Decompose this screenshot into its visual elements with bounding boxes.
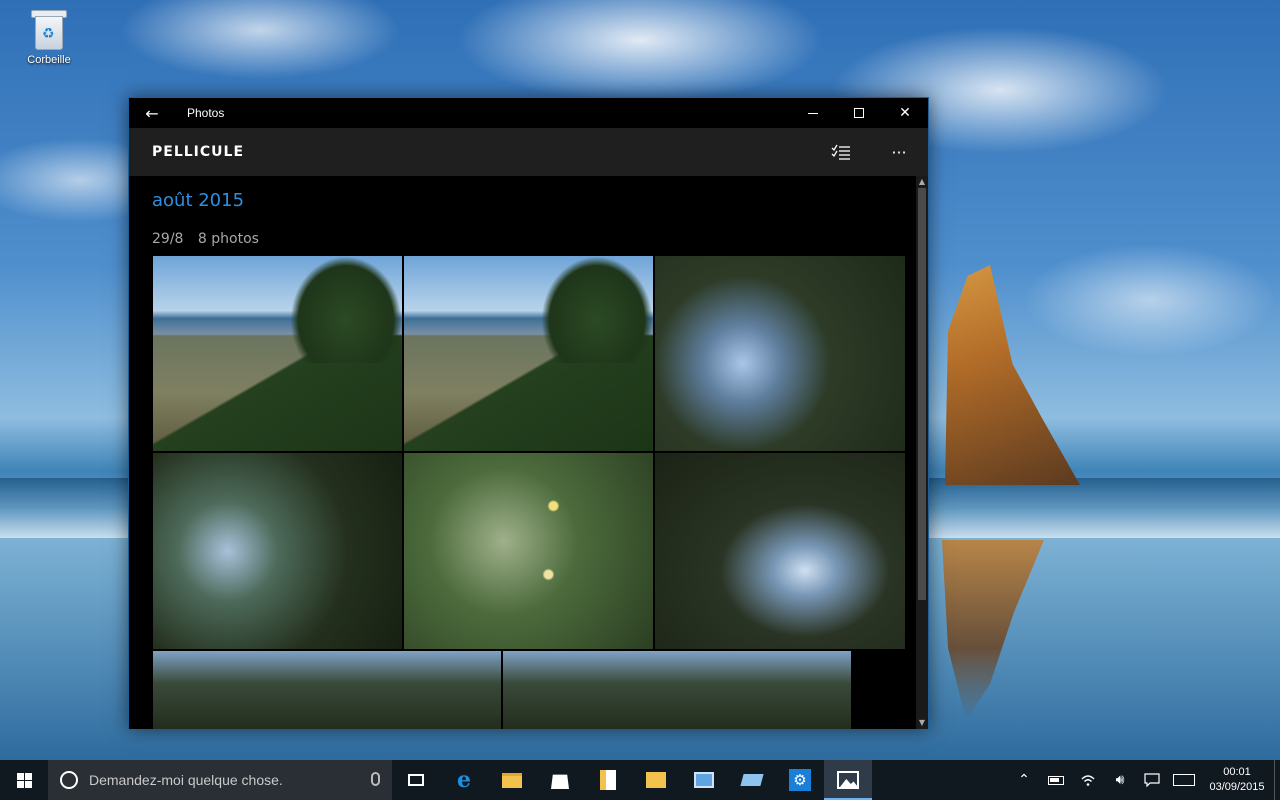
speaker-icon: 🔊︎: [1115, 772, 1125, 788]
network-button[interactable]: [1072, 760, 1104, 800]
minimize-icon: [808, 112, 818, 114]
system-tray: ⌃ 🔊︎ 00:01 03/09/2015: [1008, 760, 1280, 800]
vertical-scrollbar[interactable]: ▲ ▼: [916, 176, 928, 729]
volume-button[interactable]: 🔊︎: [1104, 760, 1136, 800]
window-controls: ✕: [790, 98, 928, 128]
back-button[interactable]: ←: [129, 98, 175, 128]
photo-thumbnail-3[interactable]: [655, 256, 905, 451]
scroll-up-icon[interactable]: ▲: [916, 176, 928, 188]
taskbar-contacts[interactable]: [680, 760, 728, 800]
photos-icon: [837, 771, 859, 789]
multi-select-icon: [831, 144, 850, 160]
group-date: 29/8: [152, 231, 184, 247]
photo-thumbnail-6[interactable]: [655, 453, 905, 649]
photo-thumbnail-2[interactable]: [404, 256, 653, 451]
window-title: Photos: [187, 106, 225, 120]
taskbar-settings[interactable]: ⚙: [776, 760, 824, 800]
clock-time: 00:01: [1223, 766, 1251, 778]
maximize-icon: [854, 108, 864, 118]
day-group-header: 29/8 8 photos: [152, 231, 269, 247]
clock[interactable]: 00:01 03/09/2015: [1200, 765, 1274, 795]
devices-icon: [740, 774, 764, 786]
select-button[interactable]: [812, 128, 870, 176]
action-center-button[interactable]: [1136, 760, 1168, 800]
notification-icon: [1144, 773, 1160, 787]
recycle-bin-icon: ♻: [31, 8, 67, 50]
back-arrow-icon: ←: [145, 103, 159, 123]
taskbar: Demandez-moi quelque chose. e ⚙ ⌃ 🔊︎ 00:…: [0, 760, 1280, 800]
photo-thumbnail-1[interactable]: [153, 256, 402, 451]
cortana-icon: [60, 771, 78, 789]
chevron-up-icon: ⌃: [1018, 772, 1030, 788]
photo-thumbnail-5[interactable]: [404, 453, 653, 649]
photo-thumbnail-8[interactable]: [503, 651, 851, 729]
battery-button[interactable]: [1040, 760, 1072, 800]
taskbar-photos[interactable]: [824, 760, 872, 800]
taskbar-documents[interactable]: [584, 760, 632, 800]
folder-icon: [646, 772, 666, 788]
window-titlebar[interactable]: ← Photos ✕: [129, 98, 928, 128]
desktop-icon-label: Corbeille: [27, 54, 71, 66]
photo-thumbnail-7[interactable]: [153, 651, 501, 729]
show-desktop-button[interactable]: [1274, 760, 1280, 800]
taskbar-task-view[interactable]: [392, 760, 440, 800]
desktop-icon-recycle-bin[interactable]: ♻ Corbeille: [18, 8, 80, 66]
store-icon: [551, 774, 569, 789]
documents-icon: [600, 770, 616, 790]
start-button[interactable]: [0, 760, 48, 800]
task-view-icon: [408, 774, 424, 786]
show-hidden-icons-button[interactable]: ⌃: [1008, 760, 1040, 800]
maximize-button[interactable]: [836, 98, 882, 128]
microphone-icon[interactable]: [371, 772, 380, 786]
scrollbar-thumb[interactable]: [918, 188, 926, 600]
close-icon: ✕: [899, 105, 911, 121]
app-bar-actions: ···: [812, 128, 928, 176]
windows-logo-icon: [16, 772, 32, 788]
page-title: PELLICULE: [152, 144, 245, 160]
battery-icon: [1048, 775, 1064, 785]
keyboard-icon: [1173, 774, 1195, 786]
more-icon: ···: [891, 142, 907, 162]
search-placeholder: Demandez-moi quelque chose.: [89, 772, 283, 788]
file-explorer-icon: [502, 772, 522, 788]
more-options-button[interactable]: ···: [870, 128, 928, 176]
close-button[interactable]: ✕: [882, 98, 928, 128]
taskbar-folder[interactable]: [632, 760, 680, 800]
photo-gallery[interactable]: août 2015 29/8 8 photos: [129, 176, 917, 729]
clock-date: 03/09/2015: [1209, 781, 1265, 793]
wifi-icon: [1081, 775, 1095, 786]
taskbar-store[interactable]: [536, 760, 584, 800]
wallpaper-cliff: [945, 265, 1080, 485]
edge-icon: e: [457, 767, 471, 793]
taskbar-file-explorer[interactable]: [488, 760, 536, 800]
scroll-down-icon[interactable]: ▼: [916, 717, 928, 729]
group-count: 8 photos: [197, 231, 259, 247]
wallpaper-cliff-reflection: [942, 540, 1044, 720]
photos-window: ← Photos ✕ PELLICULE ··· août 2015 29/8 …: [128, 97, 929, 729]
settings-gear-icon: ⚙: [789, 769, 811, 791]
photo-thumbnail-4[interactable]: [153, 453, 402, 649]
month-header[interactable]: août 2015: [152, 190, 244, 211]
touch-keyboard-button[interactable]: [1168, 760, 1200, 800]
app-bar: PELLICULE ···: [129, 128, 928, 176]
contacts-icon: [694, 772, 714, 788]
minimize-button[interactable]: [790, 98, 836, 128]
cortana-search-box[interactable]: Demandez-moi quelque chose.: [48, 760, 392, 800]
taskbar-devices[interactable]: [728, 760, 776, 800]
taskbar-apps: e ⚙: [392, 760, 872, 800]
taskbar-edge[interactable]: e: [440, 760, 488, 800]
